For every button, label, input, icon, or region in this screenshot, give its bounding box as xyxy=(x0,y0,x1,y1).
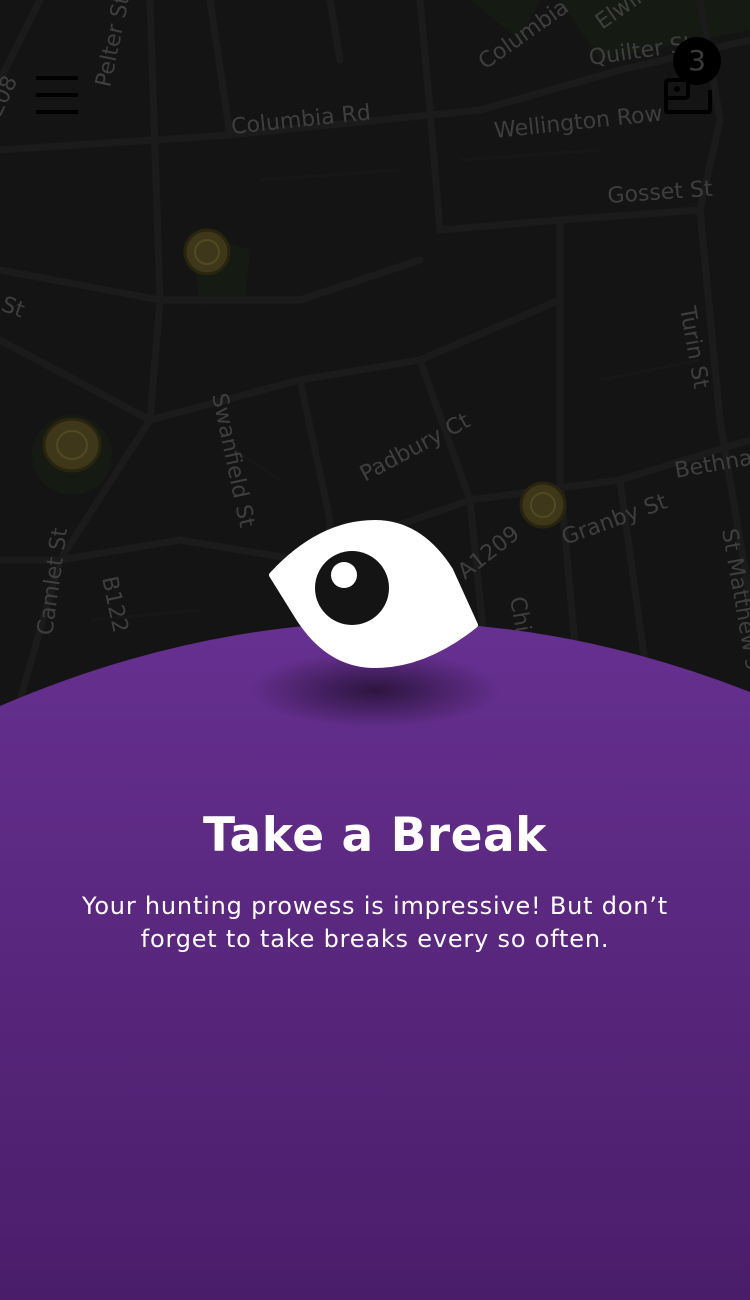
notification-badge: 3 xyxy=(673,37,721,85)
eye-icon xyxy=(250,515,500,715)
coin-marker[interactable] xyxy=(183,228,231,276)
menu-button[interactable] xyxy=(36,76,78,114)
modal-title: Take a Break xyxy=(203,808,547,863)
app-screen: Pelter St Columbia Rd Columbia Quilter S… xyxy=(0,0,750,1300)
coin-marker[interactable] xyxy=(519,481,567,529)
coin-marker[interactable] xyxy=(42,417,102,473)
modal-message: Your hunting prowess is impressive! But … xyxy=(82,892,668,953)
inbox-button[interactable]: 3 xyxy=(656,36,726,118)
